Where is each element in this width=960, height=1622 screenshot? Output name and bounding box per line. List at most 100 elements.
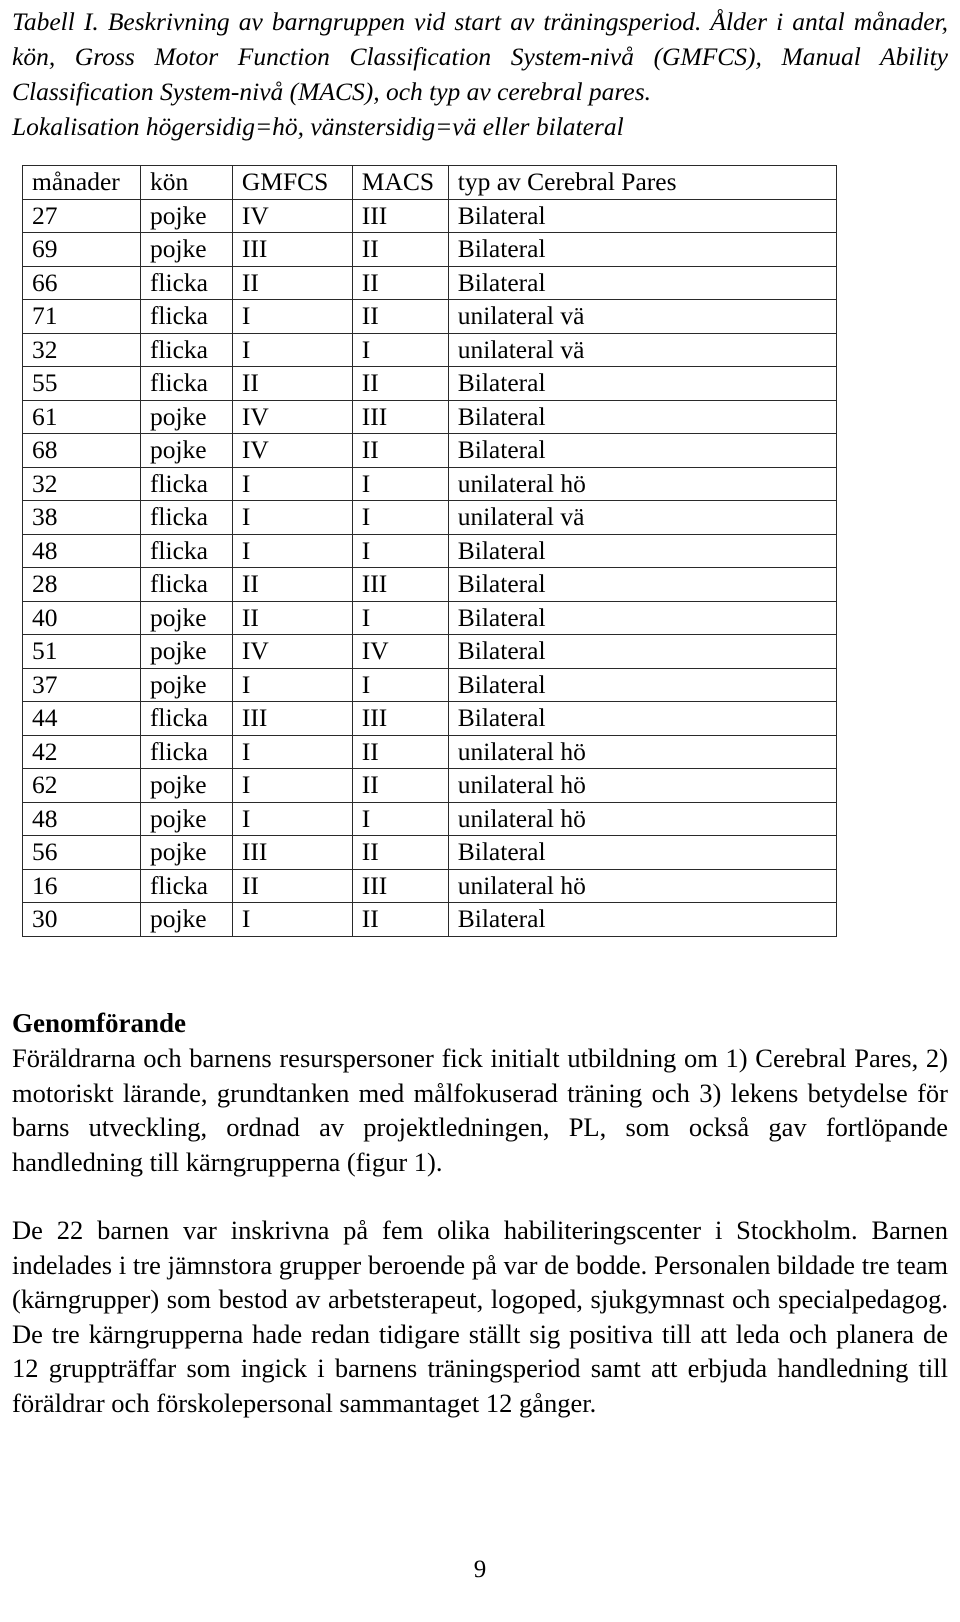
cell-kon: pojke [139,835,233,870]
cell-gmfcs: II [231,366,353,401]
cell-typ: Bilateral [447,232,838,267]
cell-macs: I [351,332,449,367]
cell-typ: unilateral hö [447,466,838,501]
cell-macs: II [351,265,449,300]
cell-kon: pojke [139,768,233,803]
cell-kon: pojke [139,399,233,434]
cell-manader: 40 [22,600,141,635]
cell-typ: unilateral hö [447,868,838,903]
cell-typ: Bilateral [447,265,838,300]
column-header-typ: typ av Cerebral Pares [447,165,838,200]
cell-typ: Bilateral [447,399,838,434]
section-heading-genomforande: Genomförande [12,1008,186,1038]
cell-kon: pojke [139,801,233,836]
cell-macs: I [351,466,449,501]
table-row: 55 flicka II II Bilateral [22,366,838,401]
cell-manader: 71 [22,299,141,334]
cell-typ: Bilateral [447,634,838,669]
cell-macs: IV [351,634,449,669]
cell-macs: I [351,533,449,568]
cell-typ: Bilateral [447,902,838,937]
cell-kon: flicka [139,466,233,501]
cell-manader: 48 [22,801,141,836]
cell-kon: flicka [139,734,233,769]
table-caption-legend: Lokalisation högersidig=hö, vänstersidig… [12,112,624,141]
cell-typ: Bilateral [447,835,838,870]
cell-kon: flicka [139,366,233,401]
cell-macs: II [351,835,449,870]
cell-kon: flicka [139,533,233,568]
cell-gmfcs: I [231,299,353,334]
cell-manader: 28 [22,567,141,602]
cell-macs: II [351,768,449,803]
cell-kon: pojke [139,433,233,468]
cell-manader: 32 [22,466,141,501]
cell-typ: unilateral vä [447,332,838,367]
cell-kon: flicka [139,868,233,903]
cell-gmfcs: III [231,232,353,267]
cell-gmfcs: II [231,600,353,635]
paragraph-habiliteringscenter: De 22 barnen var inskrivna på fem olika … [12,1215,948,1418]
table-row: 37 pojke I I Bilateral [22,667,838,702]
cell-macs: I [351,500,449,535]
cell-gmfcs: IV [231,399,353,434]
cell-macs: I [351,667,449,702]
cell-kon: flicka [139,332,233,367]
cell-kon: flicka [139,265,233,300]
table-row: 27 pojke IV III Bilateral [22,198,838,233]
cell-manader: 48 [22,533,141,568]
cell-gmfcs: IV [231,634,353,669]
cell-kon: pojke [139,667,233,702]
cell-manader: 38 [22,500,141,535]
cell-typ: unilateral hö [447,801,838,836]
cell-gmfcs: I [231,533,353,568]
column-header-manader: månader [22,165,141,200]
cell-manader: 56 [22,835,141,870]
body-section: Genomförande Föräldrarna och barnens res… [12,1006,948,1420]
table-row: 16 flicka II III unilateral hö [22,868,838,903]
cell-manader: 66 [22,265,141,300]
cell-macs: III [351,399,449,434]
cell-gmfcs: III [231,835,353,870]
table-row: 28 flicka II III Bilateral [22,567,838,602]
document-page: Tabell I. Beskrivning av barngruppen vid… [0,0,960,1622]
table-caption: Tabell I. Beskrivning av barngruppen vid… [12,4,948,144]
cell-manader: 42 [22,734,141,769]
cell-typ: Bilateral [447,667,838,702]
cell-manader: 69 [22,232,141,267]
cell-manader: 51 [22,634,141,669]
cell-gmfcs: I [231,902,353,937]
table-row: 38 flicka I Iunilateral vä [22,500,838,535]
cell-typ: unilateral vä [447,299,838,334]
cell-gmfcs: I [231,734,353,769]
cell-typ: Bilateral [447,198,838,233]
cell-gmfcs: II [231,868,353,903]
cell-manader: 16 [22,868,141,903]
cell-macs: II [351,366,449,401]
cell-manader: 61 [22,399,141,434]
paragraph-utbildning: Föräldrarna och barnens resurspersoner f… [12,1043,948,1177]
table-row: 61 pojke IV III Bilateral [22,399,838,434]
cell-typ: Bilateral [447,600,838,635]
table-header-row: månader kön GMFCS MACS typ av Cerebral P… [22,165,838,200]
cell-typ: Bilateral [447,433,838,468]
cell-gmfcs: I [231,768,353,803]
table-row: 69 pojke III II Bilateral [22,232,838,267]
cell-manader: 30 [22,902,141,937]
column-header-gmfcs: GMFCS [231,165,353,200]
cell-gmfcs: I [231,500,353,535]
cell-typ: unilateral vä [447,500,838,535]
cell-kon: pojke [139,232,233,267]
table-caption-main: Tabell I. Beskrivning av barngruppen vid… [12,7,948,106]
table-container: månader kön GMFCS MACS typ av Cerebral P… [22,165,838,937]
cell-kon: pojke [139,198,233,233]
cell-kon: flicka [139,567,233,602]
table-row: 68 pojke IV II Bilateral [22,433,838,468]
cell-typ: unilateral hö [447,734,838,769]
cell-gmfcs: I [231,466,353,501]
column-header-macs: MACS [351,165,449,200]
table-row: 42 flicka I II unilateral hö [22,734,838,769]
cell-manader: 37 [22,667,141,702]
cell-gmfcs: I [231,332,353,367]
cell-macs: II [351,232,449,267]
